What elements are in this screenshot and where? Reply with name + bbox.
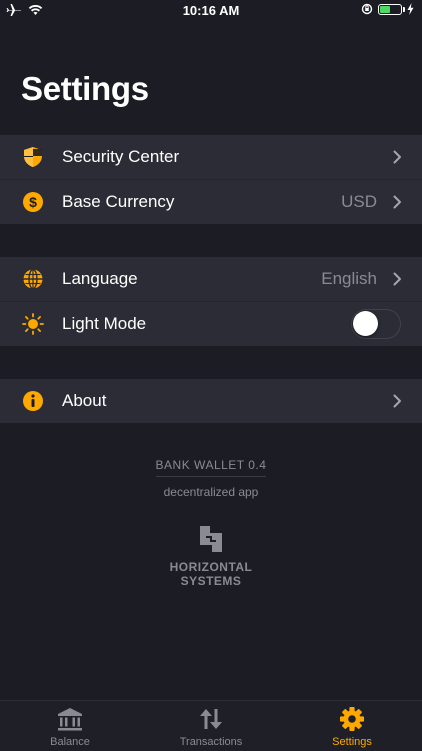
language-label: Language bbox=[62, 269, 138, 288]
base-currency-value: USD bbox=[341, 192, 377, 211]
language-row[interactable]: Language English bbox=[0, 257, 422, 301]
page-title: Settings bbox=[21, 70, 149, 107]
tab-bar: Balance Transactions Settings bbox=[0, 700, 422, 751]
battery-fill bbox=[380, 5, 390, 13]
app-description: decentralized app bbox=[163, 485, 259, 499]
battery-icon bbox=[378, 3, 405, 15]
dollar-icon: $ bbox=[23, 192, 43, 212]
light-mode-row: Light Mode bbox=[0, 301, 422, 346]
about-row[interactable]: About bbox=[0, 379, 422, 423]
toggle-knob bbox=[353, 311, 378, 336]
chevron-right-icon bbox=[393, 394, 401, 408]
chevron-right-icon bbox=[393, 272, 401, 286]
info-icon bbox=[23, 391, 43, 411]
app-info: BANK WALLET 0.4 decentralized app bbox=[0, 456, 422, 499]
company-name-line2: SYSTEMS bbox=[180, 574, 242, 588]
bank-icon bbox=[58, 708, 82, 731]
tab-balance[interactable]: Balance bbox=[0, 701, 140, 751]
settings-group-security: Security Center $ Base Currency USD bbox=[0, 135, 422, 224]
light-mode-label: Light Mode bbox=[62, 314, 147, 333]
orientation-lock-icon bbox=[361, 3, 373, 15]
tab-transactions[interactable]: Transactions bbox=[141, 701, 281, 751]
security-center-row[interactable]: Security Center bbox=[0, 135, 422, 179]
app-version: BANK WALLET 0.4 bbox=[155, 458, 267, 477]
gear-icon bbox=[340, 707, 364, 731]
settings-group-about: About bbox=[0, 379, 422, 423]
shield-icon bbox=[24, 147, 42, 167]
chevron-right-icon bbox=[393, 195, 401, 209]
transfer-arrows-icon bbox=[200, 709, 222, 729]
chevron-right-icon bbox=[393, 150, 401, 164]
base-currency-row[interactable]: $ Base Currency USD bbox=[0, 179, 422, 224]
globe-icon bbox=[23, 268, 43, 290]
light-mode-toggle[interactable] bbox=[351, 309, 401, 339]
security-center-label: Security Center bbox=[62, 147, 180, 166]
base-currency-label: Base Currency bbox=[62, 192, 175, 211]
sun-icon bbox=[22, 313, 44, 335]
status-bar: 10:16 AM bbox=[0, 0, 422, 24]
horizontal-systems-logo-icon bbox=[200, 526, 222, 552]
company-name-line1: HORIZONTAL bbox=[169, 560, 253, 574]
svg-text:$: $ bbox=[29, 194, 37, 210]
tab-settings[interactable]: Settings bbox=[282, 701, 422, 751]
company-branding[interactable]: HORIZONTAL SYSTEMS bbox=[0, 524, 422, 588]
tab-settings-label: Settings bbox=[332, 736, 372, 748]
status-right bbox=[361, 3, 414, 15]
tab-balance-label: Balance bbox=[50, 736, 90, 748]
language-value: English bbox=[321, 269, 377, 288]
settings-group-preferences: Language English Light Mode bbox=[0, 257, 422, 346]
about-label: About bbox=[62, 391, 107, 410]
status-time: 10:16 AM bbox=[182, 3, 240, 18]
charging-bolt-icon bbox=[407, 3, 414, 15]
tab-transactions-label: Transactions bbox=[179, 736, 243, 748]
